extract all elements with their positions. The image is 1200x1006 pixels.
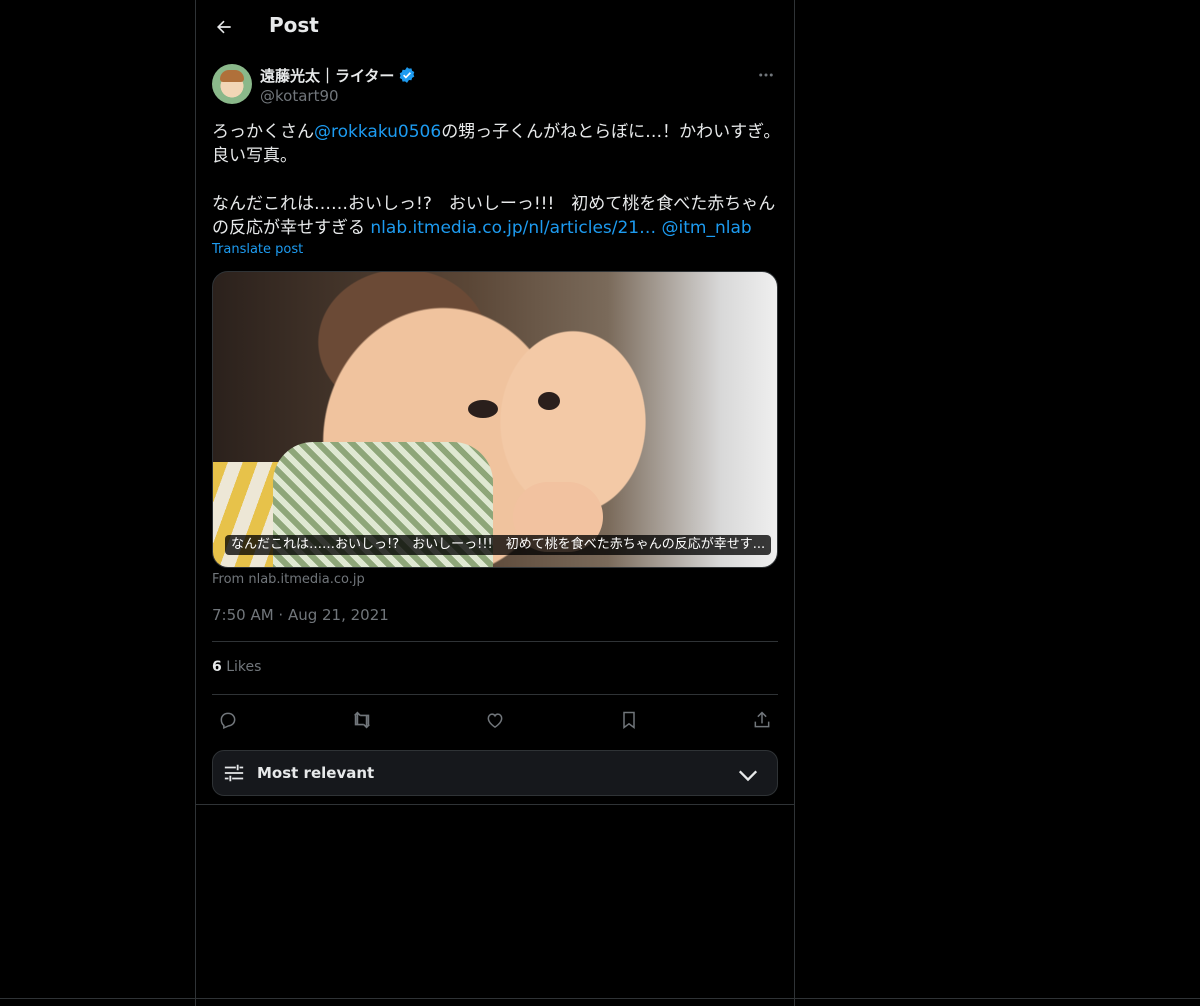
- back-button[interactable]: [206, 9, 242, 45]
- divider: [212, 694, 778, 695]
- tweet-text-segment: の甥っ子くんがねとらぼに…！かわいすぎ。: [441, 122, 781, 142]
- translate-post-link[interactable]: Translate post: [212, 242, 303, 257]
- divider: [0, 998, 1200, 999]
- reply-sort-dropdown[interactable]: Most relevant: [212, 750, 778, 796]
- avatar-hair: [220, 70, 244, 82]
- tweet-text: ろっかくさん@rokkaku0506の甥っ子くんがねとらぼに…！かわいすぎ。 良…: [212, 120, 781, 240]
- verified-badge-icon[interactable]: [398, 66, 416, 84]
- repost-button[interactable]: [346, 704, 378, 736]
- link-source[interactable]: From nlab.itmedia.co.jp: [212, 572, 365, 587]
- divider: [212, 641, 778, 642]
- more-options-button[interactable]: [754, 64, 778, 86]
- mention-link[interactable]: @rokkaku0506: [314, 122, 441, 142]
- mention-link[interactable]: @itm_nlab: [662, 218, 752, 238]
- sort-label: Most relevant: [257, 764, 375, 782]
- top-bar: Post: [196, 0, 794, 54]
- tweet-text-segment: ろっかくさん: [212, 122, 314, 142]
- image-detail: [468, 400, 498, 418]
- heart-icon: [487, 713, 503, 728]
- article-link[interactable]: nlab.itmedia.co.jp/nl/articles/21…: [370, 218, 656, 238]
- tweet-text-line: 良い写真。: [212, 146, 297, 166]
- image-detail: [538, 392, 560, 410]
- more-horizontal-icon: [759, 73, 773, 77]
- likes-label: Likes: [226, 659, 262, 675]
- primary-column: Post 遠藤光太｜ライター @kotart90 ろっかくさん@rokkaku0…: [195, 0, 795, 1006]
- share-button[interactable]: [746, 704, 778, 736]
- reply-icon: [220, 712, 236, 730]
- link-card-image[interactable]: なんだこれは……おいしっ!? おいしーっ!!! 初めて桃を食べた赤ちゃんの反応が…: [212, 271, 778, 568]
- likes-number: 6: [212, 659, 222, 675]
- user-handle[interactable]: @kotart90: [260, 87, 416, 105]
- action-bar: [212, 704, 778, 736]
- avatar[interactable]: [212, 64, 252, 104]
- tweet-text-segment: の反応が幸せすぎる: [212, 218, 371, 238]
- repost-icon: [353, 711, 370, 729]
- author-info: 遠藤光太｜ライター @kotart90: [260, 64, 416, 105]
- page-title: Post: [269, 13, 319, 37]
- like-button[interactable]: [479, 704, 511, 736]
- tweet-text-line: なんだこれは……おいしっ!? おいしーっ!!! 初めて桃を食べた赤ちゃん: [212, 194, 776, 214]
- share-icon: [754, 711, 770, 728]
- divider: [196, 804, 794, 805]
- arrow-left-icon: [217, 20, 231, 34]
- post-timestamp[interactable]: 7:50 AM · Aug 21, 2021: [212, 606, 389, 624]
- bookmark-button[interactable]: [613, 704, 645, 736]
- chevron-down-icon: [738, 770, 758, 782]
- display-name[interactable]: 遠藤光太｜ライター: [260, 65, 394, 86]
- link-card-caption: なんだこれは……おいしっ!? おいしーっ!!! 初めて桃を食べた赤ちゃんの反応が…: [225, 535, 772, 555]
- reply-button[interactable]: [212, 704, 244, 736]
- sliders-icon: [224, 764, 244, 782]
- likes-count[interactable]: 6 Likes: [212, 659, 261, 675]
- bookmark-icon: [622, 711, 635, 729]
